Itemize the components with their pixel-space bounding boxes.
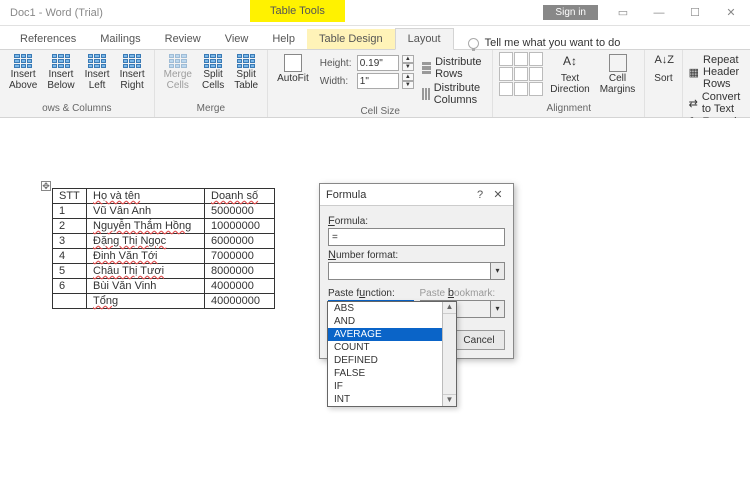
table-row: 2Nguyễn Thắm Hồng10000000 bbox=[53, 219, 275, 234]
tab-help[interactable]: Help bbox=[260, 29, 307, 49]
merge-cells-button: Merge Cells bbox=[161, 52, 195, 93]
word-table[interactable]: STTHọ và tênDoanh số 1Vũ Vân Anh5000000 … bbox=[52, 188, 275, 309]
dialog-help-icon[interactable]: ? bbox=[471, 189, 489, 201]
width-input[interactable] bbox=[357, 73, 399, 89]
distribute-cols-button[interactable]: Distribute Columns bbox=[422, 82, 486, 106]
document-area: ✥ STTHọ và tênDoanh số 1Vũ Vân Anh500000… bbox=[0, 118, 750, 500]
tab-references[interactable]: References bbox=[8, 29, 88, 49]
group-merge: Merge Cells Split Cells Split Table Merg… bbox=[155, 50, 269, 117]
width-up[interactable]: ▲ bbox=[402, 73, 414, 81]
dialog-title: Formula bbox=[326, 189, 471, 201]
width-down[interactable]: ▼ bbox=[402, 81, 414, 89]
split-table-button[interactable]: Split Table bbox=[231, 52, 261, 93]
function-dropdown[interactable]: ABS AND AVERAGE COUNT DEFINED FALSE IF I… bbox=[327, 301, 457, 407]
autofit-button[interactable]: AutoFit bbox=[274, 52, 312, 86]
minimize-icon[interactable]: — bbox=[648, 2, 670, 24]
height-input[interactable] bbox=[357, 55, 399, 71]
maximize-icon[interactable]: ☐ bbox=[684, 2, 706, 24]
insert-right-button[interactable]: Insert Right bbox=[117, 52, 148, 93]
chevron-down-icon: ▾ bbox=[490, 263, 504, 279]
text-direction-button[interactable]: A↕Text Direction bbox=[547, 52, 592, 97]
table-row: 4Đinh Văn Tới7000000 bbox=[53, 249, 275, 264]
dialog-close-icon[interactable]: ✕ bbox=[489, 188, 507, 201]
cell-margins-button[interactable]: Cell Margins bbox=[597, 52, 639, 97]
tab-table-design[interactable]: Table Design bbox=[307, 29, 395, 49]
height-down[interactable]: ▼ bbox=[402, 63, 414, 71]
table-row: STTHọ và tênDoanh số bbox=[53, 189, 275, 204]
list-item[interactable]: IF bbox=[328, 380, 456, 393]
insert-left-button[interactable]: Insert Left bbox=[82, 52, 113, 93]
context-tab-label: Table Tools bbox=[250, 0, 345, 22]
title-bar: Doc1 - Word (Trial) Table Tools Sign in … bbox=[0, 0, 750, 26]
tab-review[interactable]: Review bbox=[153, 29, 213, 49]
list-item[interactable]: FALSE bbox=[328, 367, 456, 380]
list-item[interactable]: ABS bbox=[328, 302, 456, 315]
table-row: 3Đặng Thị Ngọc6000000 bbox=[53, 234, 275, 249]
table-row: 6Bùi Văn Vinh4000000 bbox=[53, 279, 275, 294]
sort-button[interactable]: A↓ZSort bbox=[651, 52, 675, 86]
formula-input[interactable] bbox=[328, 228, 505, 246]
list-item[interactable]: AND bbox=[328, 315, 456, 328]
chevron-down-icon: ▾ bbox=[490, 301, 504, 317]
split-cells-button[interactable]: Split Cells bbox=[199, 52, 227, 93]
list-item[interactable]: AVERAGE bbox=[328, 328, 456, 341]
scroll-down-icon: ▼ bbox=[443, 394, 456, 406]
insert-above-button[interactable]: Insert Above bbox=[6, 52, 40, 93]
group-data: ▦Repeat Header Rows ⇄Convert to Text fxF… bbox=[683, 50, 750, 117]
tab-mailings[interactable]: Mailings bbox=[88, 29, 152, 49]
cancel-button[interactable]: Cancel bbox=[453, 330, 505, 350]
table-move-handle[interactable]: ✥ bbox=[41, 181, 51, 191]
group-sort: A↓ZSort bbox=[645, 50, 682, 117]
scroll-up-icon: ▲ bbox=[443, 302, 456, 314]
close-icon[interactable]: ✕ bbox=[720, 2, 742, 24]
tell-me-placeholder: Tell me what you want to do bbox=[485, 37, 621, 49]
group-alignment: A↕Text Direction Cell Margins Alignment bbox=[493, 50, 645, 117]
list-item[interactable]: COUNT bbox=[328, 341, 456, 354]
number-format-select[interactable]: ▾ bbox=[328, 262, 505, 280]
table-row: 1Vũ Vân Anh5000000 bbox=[53, 204, 275, 219]
tab-view[interactable]: View bbox=[213, 29, 261, 49]
alignment-grid[interactable] bbox=[499, 52, 543, 96]
group-cell-size: AutoFit Height:▲▼ Width:▲▼ Distribute Ro… bbox=[268, 50, 493, 117]
distribute-rows-button[interactable]: Distribute Rows bbox=[422, 56, 486, 80]
tab-layout[interactable]: Layout bbox=[395, 28, 454, 50]
ribbon: Insert Above Insert Below Insert Left In… bbox=[0, 50, 750, 118]
ribbon-tabs: References Mailings Review View Help Tab… bbox=[0, 26, 750, 50]
list-item[interactable]: INT bbox=[328, 393, 456, 406]
signin-button[interactable]: Sign in bbox=[543, 5, 598, 20]
convert-text-button[interactable]: ⇄Convert to Text bbox=[689, 91, 744, 115]
insert-below-button[interactable]: Insert Below bbox=[44, 52, 77, 93]
tell-me[interactable]: Tell me what you want to do bbox=[468, 37, 621, 49]
table-row: Tổng40000000 bbox=[53, 294, 275, 309]
repeat-header-button[interactable]: ▦Repeat Header Rows bbox=[689, 54, 744, 90]
bulb-icon bbox=[468, 38, 479, 49]
height-up[interactable]: ▲ bbox=[402, 55, 414, 63]
table-row: 5Châu Thị Tươi8000000 bbox=[53, 264, 275, 279]
list-item[interactable]: DEFINED bbox=[328, 354, 456, 367]
ribbon-options-icon[interactable]: ▭ bbox=[612, 2, 634, 24]
window-title: Doc1 - Word (Trial) bbox=[0, 7, 103, 19]
group-rows-columns: Insert Above Insert Below Insert Left In… bbox=[0, 50, 155, 117]
scrollbar[interactable]: ▲▼ bbox=[442, 302, 456, 406]
